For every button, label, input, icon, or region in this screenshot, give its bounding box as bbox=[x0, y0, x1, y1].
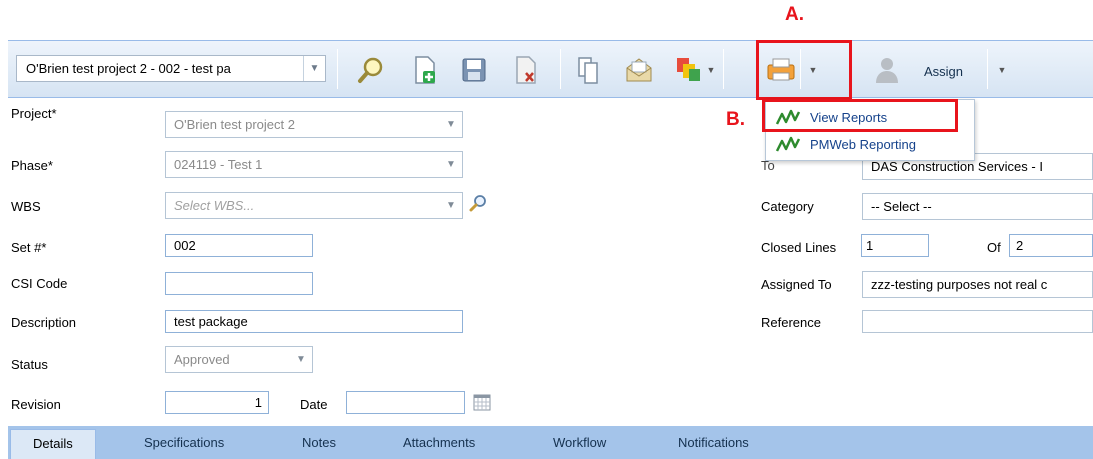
save-icon bbox=[462, 58, 486, 82]
project-field-value: O'Brien test project 2 bbox=[174, 117, 295, 132]
assigned-to-field[interactable]: zzz-testing purposes not real c bbox=[862, 271, 1093, 298]
project-record-select-value: O'Brien test project 2 - 002 - test pa bbox=[26, 61, 231, 76]
phase-label: Phase* bbox=[11, 158, 53, 173]
pmweb-reporting-label: PMWeb Reporting bbox=[810, 137, 916, 152]
category-label: Category bbox=[761, 199, 814, 214]
search-icon[interactable] bbox=[468, 193, 488, 213]
set-number-value: 002 bbox=[174, 238, 196, 253]
set-number-field[interactable]: 002 bbox=[165, 234, 313, 257]
category-value: -- Select -- bbox=[871, 199, 932, 214]
assign-dropdown-arrow[interactable]: ▼ bbox=[994, 53, 1010, 87]
of-field[interactable]: 2 bbox=[1009, 234, 1093, 257]
wbs-field[interactable]: Select WBS... ▼ bbox=[165, 192, 463, 219]
date-label: Date bbox=[300, 397, 328, 412]
copy-button[interactable] bbox=[572, 53, 606, 87]
report-chart-icon bbox=[766, 131, 810, 158]
of-label: Of bbox=[987, 240, 1001, 255]
set-number-label: Set #* bbox=[11, 240, 47, 255]
delete-icon bbox=[516, 56, 536, 84]
closed-lines-field[interactable]: 1 bbox=[861, 234, 929, 257]
revision-value: 1 bbox=[254, 395, 262, 410]
tab-workflow[interactable]: Workflow bbox=[553, 435, 606, 450]
assign-label[interactable]: Assign bbox=[924, 64, 963, 79]
assigned-to-label: Assigned To bbox=[761, 277, 832, 292]
chevron-down-icon[interactable]: ▼ bbox=[440, 152, 462, 177]
tab-details[interactable]: Details bbox=[10, 429, 96, 459]
email-button[interactable] bbox=[622, 53, 656, 87]
email-icon bbox=[626, 58, 652, 82]
status-field[interactable]: Approved ▼ bbox=[165, 346, 313, 373]
status-value: Approved bbox=[174, 352, 230, 367]
of-value: 2 bbox=[1016, 238, 1024, 253]
to-value: DAS Construction Services - I bbox=[871, 159, 1043, 174]
phase-field[interactable]: 024119 - Test 1 ▼ bbox=[165, 151, 463, 178]
wbs-field-placeholder: Select WBS... bbox=[174, 198, 255, 213]
phase-field-value: 024119 - Test 1 bbox=[174, 157, 263, 172]
wbs-label: WBS bbox=[11, 199, 41, 214]
highlight-box-b bbox=[762, 99, 958, 132]
chevron-down-icon[interactable]: ▼ bbox=[303, 56, 325, 81]
category-field[interactable]: -- Select -- bbox=[862, 193, 1093, 220]
chevron-down-icon[interactable]: ▼ bbox=[440, 193, 462, 218]
description-field[interactable]: test package bbox=[165, 310, 463, 333]
csi-code-label: CSI Code bbox=[11, 276, 68, 291]
toolbar-separator bbox=[337, 49, 338, 89]
tab-notes[interactable]: Notes bbox=[302, 435, 336, 450]
tab-specifications[interactable]: Specifications bbox=[144, 435, 224, 450]
project-record-select[interactable]: O'Brien test project 2 - 002 - test pa ▼ bbox=[16, 55, 326, 82]
revision-label: Revision bbox=[11, 397, 61, 412]
new-document-button[interactable] bbox=[408, 53, 442, 87]
transfer-icon bbox=[677, 58, 700, 81]
annotation-a: A. bbox=[785, 4, 804, 25]
description-label: Description bbox=[11, 315, 77, 330]
new-document-icon bbox=[415, 56, 435, 84]
delete-button[interactable] bbox=[509, 53, 543, 87]
toolbar-separator bbox=[560, 49, 561, 89]
user-icon bbox=[876, 58, 898, 83]
calendar-icon[interactable] bbox=[473, 393, 491, 411]
project-field[interactable]: O'Brien test project 2 ▼ bbox=[165, 111, 463, 138]
tab-notifications[interactable]: Notifications bbox=[678, 435, 749, 450]
chevron-down-icon[interactable]: ▼ bbox=[440, 112, 462, 137]
status-label: Status bbox=[11, 357, 48, 372]
reference-label: Reference bbox=[761, 315, 821, 330]
copy-icon bbox=[578, 57, 598, 84]
toolbar-separator bbox=[987, 49, 988, 89]
toolbar: O'Brien test project 2 - 002 - test pa ▼ bbox=[8, 40, 1093, 98]
assigned-to-value: zzz-testing purposes not real c bbox=[871, 277, 1048, 292]
revision-field[interactable]: 1 bbox=[165, 391, 269, 414]
highlight-box-a bbox=[756, 40, 852, 100]
project-label: Project* bbox=[11, 106, 57, 121]
transfer-button[interactable] bbox=[672, 53, 706, 87]
description-value: test package bbox=[174, 314, 248, 329]
date-field[interactable] bbox=[346, 391, 465, 414]
closed-lines-value: 1 bbox=[866, 238, 874, 253]
chevron-down-icon[interactable]: ▼ bbox=[290, 347, 312, 372]
tab-bar: Details Specifications Notes Attachments… bbox=[8, 426, 1093, 459]
transfer-dropdown-arrow[interactable]: ▼ bbox=[703, 53, 719, 87]
save-button[interactable] bbox=[457, 53, 491, 87]
closed-lines-label: Closed Lines bbox=[761, 240, 837, 255]
assign-user-button[interactable] bbox=[870, 53, 904, 87]
tab-attachments[interactable]: Attachments bbox=[403, 435, 475, 450]
csi-code-field[interactable] bbox=[165, 272, 313, 295]
search-button[interactable] bbox=[354, 53, 388, 87]
search-icon bbox=[358, 57, 383, 83]
toolbar-separator bbox=[723, 49, 724, 89]
reference-field[interactable] bbox=[862, 310, 1093, 333]
annotation-b: B. bbox=[726, 109, 745, 130]
menu-item-pmweb-reporting[interactable]: PMWeb Reporting bbox=[766, 131, 974, 158]
